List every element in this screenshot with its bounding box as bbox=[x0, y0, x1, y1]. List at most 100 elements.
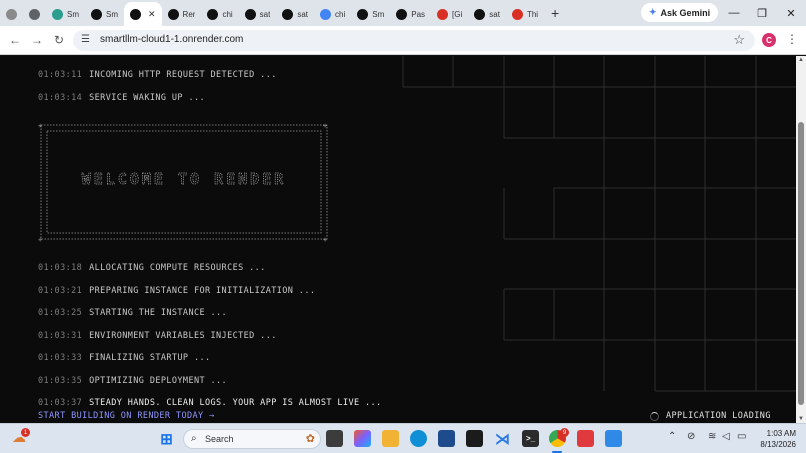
svg-text:+: + bbox=[323, 236, 327, 242]
log-line: 01:03:25 STARTING THE INSTANCE ... bbox=[38, 308, 227, 318]
volume-icon[interactable]: ◁ bbox=[722, 431, 730, 442]
cursor-app-icon[interactable] bbox=[466, 430, 483, 447]
ask-gemini-button[interactable]: ✦ Ask Gemini bbox=[641, 3, 719, 22]
weather-badge: 1 bbox=[21, 428, 30, 437]
github-icon bbox=[282, 8, 294, 20]
browser-menu-icon[interactable]: ⋮ bbox=[786, 32, 798, 46]
log-timestamp: 01:03:25 bbox=[38, 308, 83, 318]
log-timestamp: 01:03:37 bbox=[38, 398, 83, 408]
close-tab-icon[interactable]: ✕ bbox=[148, 9, 156, 20]
browser-tab[interactable]: Rer bbox=[162, 3, 202, 25]
youtube-icon bbox=[511, 8, 523, 20]
log-timestamp: 01:03:21 bbox=[38, 285, 83, 296]
log-line: 01:03:11 INCOMING HTTP REQUEST DETECTED .… bbox=[38, 70, 277, 80]
tab-label: Pas bbox=[411, 9, 426, 19]
site-info-icon[interactable]: ☰ bbox=[81, 34, 90, 45]
windows-start-icon[interactable]: ⊞ bbox=[158, 430, 175, 448]
forward-button[interactable]: → bbox=[28, 31, 46, 49]
show-hidden-icons-icon[interactable]: ⌃ bbox=[668, 431, 676, 442]
profile-avatar[interactable]: C bbox=[762, 33, 776, 47]
browser-tab[interactable]: chi bbox=[201, 3, 238, 25]
tab-label: Sm bbox=[67, 9, 79, 19]
log-message: INCOMING HTTP REQUEST DETECTED ... bbox=[89, 70, 277, 80]
log-timestamp: 01:03:31 bbox=[38, 330, 83, 341]
terminal-icon[interactable]: >_ bbox=[522, 430, 539, 447]
edge-icon[interactable] bbox=[410, 430, 427, 447]
notepad-icon[interactable] bbox=[605, 430, 622, 447]
browser-toolbar: ← → ↻ ☰ smartllm-cloud1-1.onrender.com ☆ bbox=[0, 26, 806, 55]
hidden-eye-icon[interactable]: ⊘ bbox=[687, 431, 695, 442]
gmail-icon bbox=[437, 8, 449, 20]
taskbar-search[interactable]: ⌕ Search ✿ bbox=[183, 429, 321, 449]
scroll-up-arrow-icon[interactable]: ▲ bbox=[798, 57, 804, 63]
system-clock[interactable]: 1:03 AM 8/13/2026 bbox=[756, 428, 796, 450]
copilot-icon[interactable] bbox=[354, 430, 371, 447]
tab-label: chi bbox=[335, 9, 346, 19]
tab-label: sat bbox=[259, 9, 271, 19]
log-line: 01:03:31 ENVIRONMENT VARIABLES INJECTED .… bbox=[38, 331, 277, 341]
back-button[interactable]: ← bbox=[6, 31, 24, 49]
log-message: STEADY HANDS. CLEAN LOGS. YOUR APP IS AL… bbox=[89, 398, 382, 408]
bookmark-star-icon[interactable]: ☆ bbox=[733, 32, 745, 48]
svg-text:+: + bbox=[323, 122, 327, 130]
browser-tab[interactable]: ✕ bbox=[124, 2, 162, 26]
maximize-button[interactable]: ❐ bbox=[748, 0, 776, 26]
browser-tab[interactable]: sat bbox=[239, 3, 277, 25]
globe-icon bbox=[6, 8, 17, 20]
log-message: ALLOCATING COMPUTE RESOURCES ... bbox=[89, 263, 266, 273]
minimize-button[interactable]: — bbox=[720, 0, 748, 26]
anydesk-icon[interactable] bbox=[577, 430, 594, 447]
render-icon bbox=[357, 8, 369, 20]
battery-icon[interactable]: ▭ bbox=[737, 431, 746, 442]
log-line: 01:03:18 ALLOCATING COMPUTE RESOURCES ... bbox=[38, 263, 266, 273]
log-message: PREPARING INSTANCE FOR INITIALIZATION ..… bbox=[89, 285, 316, 296]
start-building-link[interactable]: START BUILDING ON RENDER TODAY → bbox=[38, 411, 215, 421]
wifi-icon[interactable]: ≋ bbox=[708, 431, 716, 442]
github-icon bbox=[474, 8, 486, 20]
new-tab-button[interactable]: + bbox=[544, 2, 566, 24]
tab-label: Sm bbox=[106, 9, 118, 19]
browser-tab[interactable]: Sm bbox=[351, 3, 390, 25]
tab-label: Thi bbox=[526, 9, 539, 19]
browser-tab[interactable]: Sm bbox=[85, 3, 124, 25]
loading-label: APPLICATION LOADING bbox=[666, 411, 771, 421]
vscode-icon[interactable]: ⋊ bbox=[494, 430, 511, 448]
browser-tab[interactable] bbox=[0, 3, 23, 25]
address-bar[interactable]: ☰ smartllm-cloud1-1.onrender.com ☆ bbox=[73, 30, 755, 51]
scroll-thumb[interactable] bbox=[798, 122, 804, 405]
log-message: FINALIZING STARTUP ... bbox=[89, 353, 211, 363]
settings-icon bbox=[29, 8, 40, 20]
tab-list: Sm Sm ✕ Rer chi sat sat chi Sm Pas [Gi sat Thi bbox=[0, 0, 544, 26]
tab-label: sat bbox=[489, 9, 500, 19]
windows-taskbar: ☁ 1 ⊞ ⌕ Search ✿ ⋊ >_ 9 ⌃ ⊘ ≋ ◁ ▭ 1:03 A… bbox=[0, 423, 806, 453]
render-loading-page: 01:03:11 INCOMING HTTP REQUEST DETECTED .… bbox=[0, 56, 796, 423]
log-timestamp: 01:03:11 bbox=[38, 70, 83, 80]
task-view-icon[interactable] bbox=[326, 430, 343, 447]
browser-tab[interactable] bbox=[23, 3, 46, 25]
reload-button[interactable]: ↻ bbox=[50, 31, 68, 49]
log-line: 01:03:35 OPTIMIZING DEPLOYMENT ... bbox=[38, 376, 227, 386]
browser-tab[interactable]: chi bbox=[314, 3, 351, 25]
file-explorer-icon[interactable] bbox=[382, 430, 399, 447]
tab-label: sat bbox=[297, 9, 309, 19]
application-loading-status: APPLICATION LOADING bbox=[650, 411, 771, 421]
openai-icon bbox=[207, 8, 219, 20]
browser-tab[interactable]: Thi bbox=[506, 3, 544, 25]
browser-tab[interactable]: Pas bbox=[390, 3, 431, 25]
log-line: 01:03:37 STEADY HANDS. CLEAN LOGS. YOUR A… bbox=[38, 398, 382, 408]
browser-tab[interactable]: sat bbox=[276, 3, 314, 25]
banner-text: WELCOME TO RENDER bbox=[82, 170, 287, 188]
gemini-icon: ✦ bbox=[649, 7, 657, 17]
log-line: 01:03:21 PREPARING INSTANCE FOR INITIALIZ… bbox=[38, 286, 315, 296]
address-url[interactable]: smartllm-cloud1-1.onrender.com bbox=[100, 34, 243, 45]
browser-tab[interactable]: sat bbox=[468, 3, 506, 25]
clock-time: 1:03 AM bbox=[766, 429, 796, 438]
page-scrollbar[interactable]: ▲ ▼ bbox=[796, 56, 806, 423]
scroll-down-arrow-icon[interactable]: ▼ bbox=[798, 416, 804, 422]
ask-gemini-label: Ask Gemini bbox=[660, 7, 711, 18]
store-icon[interactable] bbox=[438, 430, 455, 447]
close-window-button[interactable]: ✕ bbox=[777, 0, 805, 26]
browser-tab[interactable]: [Gi bbox=[431, 3, 468, 25]
browser-tab[interactable]: Sm bbox=[46, 3, 85, 25]
log-timestamp: 01:03:14 bbox=[38, 93, 83, 103]
